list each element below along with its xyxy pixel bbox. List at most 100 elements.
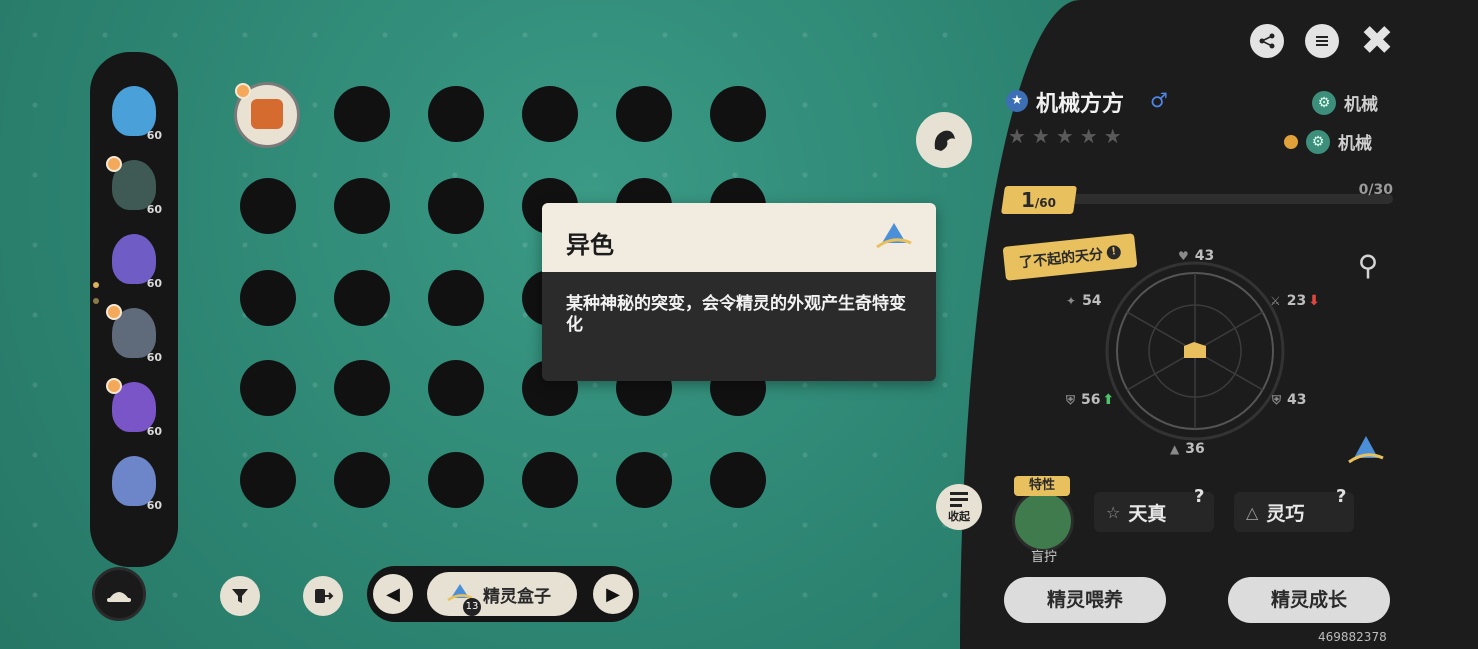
favorite-badge-icon xyxy=(106,156,122,172)
box-slot-empty[interactable] xyxy=(428,178,484,234)
filter-button[interactable] xyxy=(220,576,260,616)
box-switcher: ◀ 13 精灵盒子 ▶ xyxy=(367,566,639,622)
grow-button[interactable]: 精灵成长 xyxy=(1228,577,1390,623)
crossed-swords-icon: ⚔ xyxy=(1270,294,1281,308)
team-member[interactable]: 60 xyxy=(106,82,166,142)
team-member[interactable]: 60 xyxy=(106,378,166,438)
tooltip-header: 异色 xyxy=(542,203,936,272)
box-slot-empty[interactable] xyxy=(428,452,484,508)
level-value: 1 xyxy=(1021,188,1036,212)
mechanical-type-icon: ⚙ xyxy=(1312,90,1336,115)
appearance-button[interactable] xyxy=(916,112,972,168)
share-button[interactable] xyxy=(1250,24,1284,58)
box-slot-empty[interactable] xyxy=(334,452,390,508)
box-slot-empty[interactable] xyxy=(334,86,390,142)
exp-value: 0/30 xyxy=(1358,182,1393,198)
nature-label: 天真 xyxy=(1128,502,1167,525)
box-slot-empty[interactable] xyxy=(522,452,578,508)
team-menu-button[interactable] xyxy=(92,567,146,621)
trait-badge[interactable]: 特性 盲拧 xyxy=(1012,476,1076,566)
filter-icon xyxy=(232,589,248,603)
stat-value: 36 xyxy=(1185,441,1205,457)
pet-level: 60 xyxy=(146,129,162,142)
box-name-pill[interactable]: 13 精灵盒子 xyxy=(427,572,577,616)
box-slot-empty[interactable] xyxy=(240,270,296,326)
magnifier-icon: ⚲ xyxy=(1357,249,1379,282)
team-member[interactable]: 60 xyxy=(106,230,166,290)
gear-trait-icon xyxy=(1012,490,1074,552)
close-icon: ✖ xyxy=(1360,18,1394,64)
gender-male-icon: ♂ xyxy=(1150,88,1168,112)
pet-level: 60 xyxy=(146,203,162,216)
stat-value: 56 xyxy=(1081,392,1101,408)
type-primary: ⚙ 机械 xyxy=(1312,90,1378,115)
arrow-down-icon: ⬇ xyxy=(1308,293,1320,309)
exp-track xyxy=(1063,194,1393,204)
collapse-label: 收起 xyxy=(948,510,970,523)
pet-level: 60 xyxy=(146,425,162,438)
type-label: 机械 xyxy=(1344,95,1378,115)
wand-icon: ✦ xyxy=(1066,294,1077,308)
box-slot-empty[interactable] xyxy=(428,86,484,142)
box-slot-empty[interactable] xyxy=(522,86,578,142)
team-member[interactable]: 60 xyxy=(106,452,166,512)
transfer-button[interactable] xyxy=(303,576,343,616)
fruit-icon xyxy=(1284,134,1298,149)
collapse-button[interactable]: 收起 xyxy=(936,484,982,530)
stat-speed: ▲ 36 xyxy=(1170,441,1205,457)
tooltip-title: 异色 xyxy=(566,231,614,259)
spirit-name: 机械方方 xyxy=(1036,92,1125,117)
team-member[interactable]: 60 xyxy=(106,156,166,216)
triangle-icon: △ xyxy=(1246,502,1259,522)
box-slot-empty[interactable] xyxy=(616,452,672,508)
star-outline-icon: ☆ xyxy=(1106,502,1121,522)
talent-label: 了不起的天分 xyxy=(1018,246,1104,272)
list-icon xyxy=(950,492,968,507)
mechanical-type-icon: ⚙ xyxy=(1306,129,1330,154)
level-max: /60 xyxy=(1035,196,1057,210)
box-slot-occupied[interactable] xyxy=(234,82,300,148)
box-slot-empty[interactable] xyxy=(428,270,484,326)
ability-label: 灵巧 xyxy=(1266,502,1305,525)
feed-button[interactable]: 精灵喂养 xyxy=(1004,577,1166,623)
box-slot-empty[interactable] xyxy=(334,178,390,234)
star-rating: ★★★★★ xyxy=(1008,124,1128,148)
close-button[interactable]: ✖ xyxy=(1358,21,1396,61)
scroll-indicator xyxy=(93,298,99,304)
transfer-icon xyxy=(315,589,334,603)
pet-avatar xyxy=(251,99,283,129)
tooltip-description: 某种神秘的突变，会令精灵的外观产生奇特变化 xyxy=(542,272,936,381)
stat-hp: ♥ 43 xyxy=(1178,248,1214,264)
box-slot-empty[interactable] xyxy=(710,86,766,142)
shiny-badge-icon xyxy=(876,223,912,249)
favorite-badge-icon xyxy=(106,378,122,394)
stats-radar xyxy=(1105,261,1285,441)
box-slot-empty[interactable] xyxy=(710,452,766,508)
stat-value: 54 xyxy=(1082,293,1102,309)
arrow-up-icon: ⬆ xyxy=(1102,392,1115,408)
share-icon xyxy=(1259,33,1275,49)
team-member[interactable]: 60 xyxy=(106,304,166,364)
inspect-button[interactable]: ⚲ xyxy=(1348,246,1388,286)
list-icon xyxy=(1316,36,1328,46)
help-icon[interactable]: ? xyxy=(1336,486,1346,507)
help-icon[interactable]: ? xyxy=(1194,486,1204,507)
experience-bar: 1/60 0/30 xyxy=(1001,182,1393,214)
trait-tag: 特性 xyxy=(1014,476,1070,496)
box-slot-empty[interactable] xyxy=(240,178,296,234)
box-slot-empty[interactable] xyxy=(334,360,390,416)
shiny-badge-icon[interactable] xyxy=(1346,432,1386,468)
prev-box-button[interactable]: ◀ xyxy=(373,574,413,614)
stat-defense: ⛨ 43 xyxy=(1272,392,1307,408)
box-slot-empty[interactable] xyxy=(428,360,484,416)
box-slot-empty[interactable] xyxy=(240,360,296,416)
box-slot-empty[interactable] xyxy=(240,452,296,508)
box-slot-empty[interactable] xyxy=(616,86,672,142)
arrow-left-icon: ◀ xyxy=(386,583,400,605)
pet-level: 60 xyxy=(146,277,162,290)
box-slot-empty[interactable] xyxy=(334,270,390,326)
details-button[interactable] xyxy=(1305,24,1339,58)
shield-icon: ⛨ xyxy=(1272,392,1282,407)
favorite-badge-icon xyxy=(235,83,251,99)
next-box-button[interactable]: ▶ xyxy=(593,574,633,614)
